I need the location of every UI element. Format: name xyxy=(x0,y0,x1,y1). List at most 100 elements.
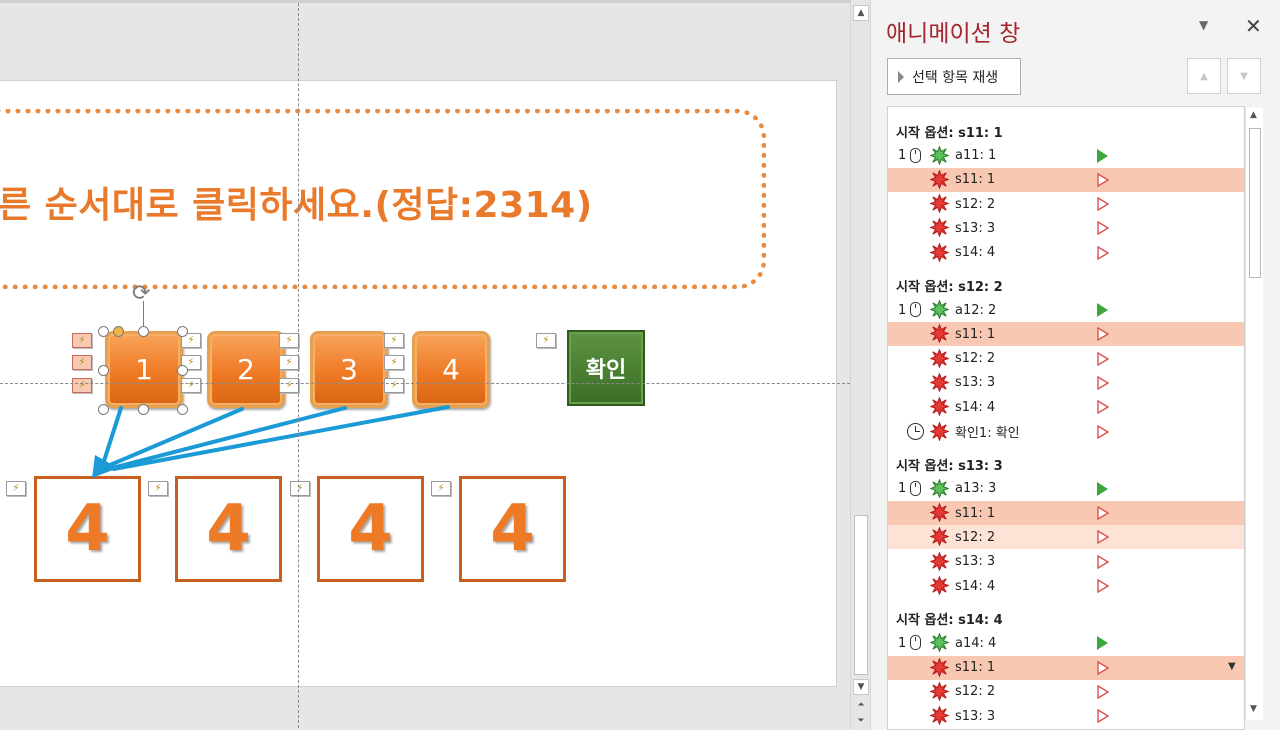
animation-item[interactable]: s11: 1 xyxy=(888,322,1244,347)
after-previous-clock-icon xyxy=(907,422,924,440)
animation-item[interactable]: s13: 3 xyxy=(888,550,1244,574)
item-label: a14: 4 xyxy=(955,635,997,651)
timeline-bar-icon xyxy=(1097,636,1108,651)
pane-options-dropdown-icon[interactable]: ▼ xyxy=(1199,18,1208,32)
timeline-bar-icon xyxy=(1097,424,1110,439)
item-label: s12: 2 xyxy=(955,684,996,700)
timeline-bar-icon xyxy=(1097,196,1110,212)
on-click-mouse-icon xyxy=(910,302,921,317)
animation-item[interactable]: 1 a12: 2 xyxy=(888,298,1244,322)
animation-item[interactable]: s13: 3 xyxy=(888,371,1244,395)
timeline-bar-icon xyxy=(1097,554,1110,569)
item-label: s14: 4 xyxy=(955,245,996,261)
emphasis-effect-star-icon xyxy=(929,526,950,547)
entrance-effect-star-icon xyxy=(929,299,950,320)
resize-handle[interactable] xyxy=(177,326,188,337)
timeline-bar-icon xyxy=(1097,578,1110,594)
group-header: 시작 옵션: s13: 3 xyxy=(896,458,1003,474)
item-label: s13: 3 xyxy=(955,708,996,724)
emphasis-effect-star-icon xyxy=(929,420,950,442)
resize-handle[interactable] xyxy=(177,365,188,376)
prev-slide-icon[interactable]: ⏶ xyxy=(853,697,869,713)
item-label: s12: 2 xyxy=(955,351,996,367)
move-up-button[interactable]: ▲ xyxy=(1187,58,1221,94)
timeline-bar-icon xyxy=(1097,481,1108,496)
item-index: 1 xyxy=(898,148,907,163)
list-scroll-up-icon[interactable]: ▲ xyxy=(1250,110,1257,120)
slide-editor[interactable]: 른 순서대로 클릭하세요.(정답:2314) 1 2 3 4 확인 4 4 4 … xyxy=(0,0,850,730)
item-label: s13: 3 xyxy=(955,375,996,391)
item-label: s14: 4 xyxy=(955,578,996,594)
animation-item[interactable]: s11: 1 xyxy=(888,501,1244,526)
emphasis-effect-star-icon xyxy=(929,348,950,369)
timeline-bar-icon xyxy=(1097,660,1110,675)
animation-list[interactable]: 시작 옵션: s11: 1 1 a11: 1 s11: 1 s12: 2 s13: 3 s1… xyxy=(887,106,1245,730)
animation-item[interactable]: s12: 2 xyxy=(888,192,1244,216)
timeline-bar-icon xyxy=(1097,221,1110,236)
timeline-bar-icon xyxy=(1097,708,1110,724)
item-label: s11: 1 xyxy=(955,660,996,676)
next-slide-icon[interactable]: ⏷ xyxy=(853,713,869,729)
scroll-up-icon[interactable]: ▲ xyxy=(853,5,869,21)
list-scrollbar[interactable]: ▲ ▼ xyxy=(1245,108,1263,720)
animation-item[interactable]: s13: 3 xyxy=(888,216,1244,240)
list-scroll-thumb[interactable] xyxy=(1249,128,1261,278)
animation-item[interactable]: s12: 2 xyxy=(888,525,1244,550)
editor-scrollbar[interactable]: ▲ ▼ ⏶ ⏷ xyxy=(850,0,870,730)
animation-item[interactable]: 1 a13: 3 xyxy=(888,477,1244,501)
animation-item[interactable]: s13: 3 xyxy=(888,704,1244,728)
group-header: 시작 옵션: s11: 1 xyxy=(896,125,1003,141)
group-header: 시작 옵션: s14: 4 xyxy=(896,613,1003,629)
timeline-bar-icon xyxy=(1097,530,1110,545)
resize-handle[interactable] xyxy=(98,365,109,376)
animation-item[interactable]: s11: 1 ▼ xyxy=(888,655,1244,680)
editor-scroll-thumb[interactable] xyxy=(854,515,868,675)
move-down-button[interactable]: ▼ xyxy=(1227,58,1261,94)
timeline-bar-icon xyxy=(1097,684,1110,700)
animation-item[interactable]: s14: 4 xyxy=(888,241,1244,265)
pane-close-icon[interactable]: ✕ xyxy=(1245,14,1262,38)
item-label: s11: 1 xyxy=(955,505,996,521)
horizontal-guide[interactable] xyxy=(0,383,850,384)
emphasis-effect-star-icon xyxy=(929,396,950,417)
motion-arrow-1 xyxy=(102,406,123,463)
adjust-handle[interactable] xyxy=(113,326,124,337)
emphasis-effect-star-icon xyxy=(929,657,950,678)
timeline-bar-icon xyxy=(1097,351,1110,366)
animation-item[interactable]: s12: 2 xyxy=(888,347,1244,371)
emphasis-effect-star-icon xyxy=(929,193,950,214)
scroll-down-icon[interactable]: ▼ xyxy=(853,679,869,695)
motion-arrow-3 xyxy=(110,406,347,470)
animation-item[interactable]: 확인1: 확인 xyxy=(888,420,1244,444)
emphasis-effect-star-icon xyxy=(929,681,950,702)
item-label: s14: 4 xyxy=(955,399,996,415)
resize-handle[interactable] xyxy=(138,326,149,337)
emphasis-effect-star-icon xyxy=(929,217,950,238)
animation-item[interactable]: 1 a11: 1 xyxy=(888,144,1244,168)
resize-handle[interactable] xyxy=(98,404,109,415)
on-click-mouse-icon xyxy=(910,635,921,651)
on-click-mouse-icon xyxy=(910,147,921,163)
item-index: 1 xyxy=(898,302,907,318)
animation-item[interactable]: s14: 4 xyxy=(888,574,1244,598)
emphasis-effect-star-icon xyxy=(929,372,950,393)
motion-arrow-4 xyxy=(112,405,450,471)
play-selected-button[interactable]: 선택 항목 재생 xyxy=(887,58,1021,95)
animation-item[interactable]: s14: 4 xyxy=(888,395,1244,419)
play-selected-label: 선택 항목 재생 xyxy=(912,69,999,86)
item-dropdown-icon[interactable]: ▼ xyxy=(1228,661,1236,672)
vertical-guide[interactable] xyxy=(298,3,299,730)
animation-item[interactable]: s11: 1 xyxy=(888,167,1244,192)
list-scroll-down-icon[interactable]: ▼ xyxy=(1250,704,1257,714)
resize-handle[interactable] xyxy=(177,404,188,415)
timeline-bar-icon xyxy=(1097,148,1108,163)
resize-handle[interactable] xyxy=(98,326,109,337)
resize-handle[interactable] xyxy=(138,404,149,415)
timeline-bar-icon xyxy=(1097,375,1110,391)
motion-path-arrows[interactable] xyxy=(0,3,850,730)
animation-item[interactable]: 1 a14: 4 xyxy=(888,631,1244,655)
rotate-handle-icon[interactable]: ⟳ xyxy=(132,281,150,306)
group-header: 시작 옵션: s12: 2 xyxy=(896,280,1003,295)
animation-item[interactable]: s12: 2 xyxy=(888,680,1244,704)
timeline-bar-icon xyxy=(1097,172,1110,188)
